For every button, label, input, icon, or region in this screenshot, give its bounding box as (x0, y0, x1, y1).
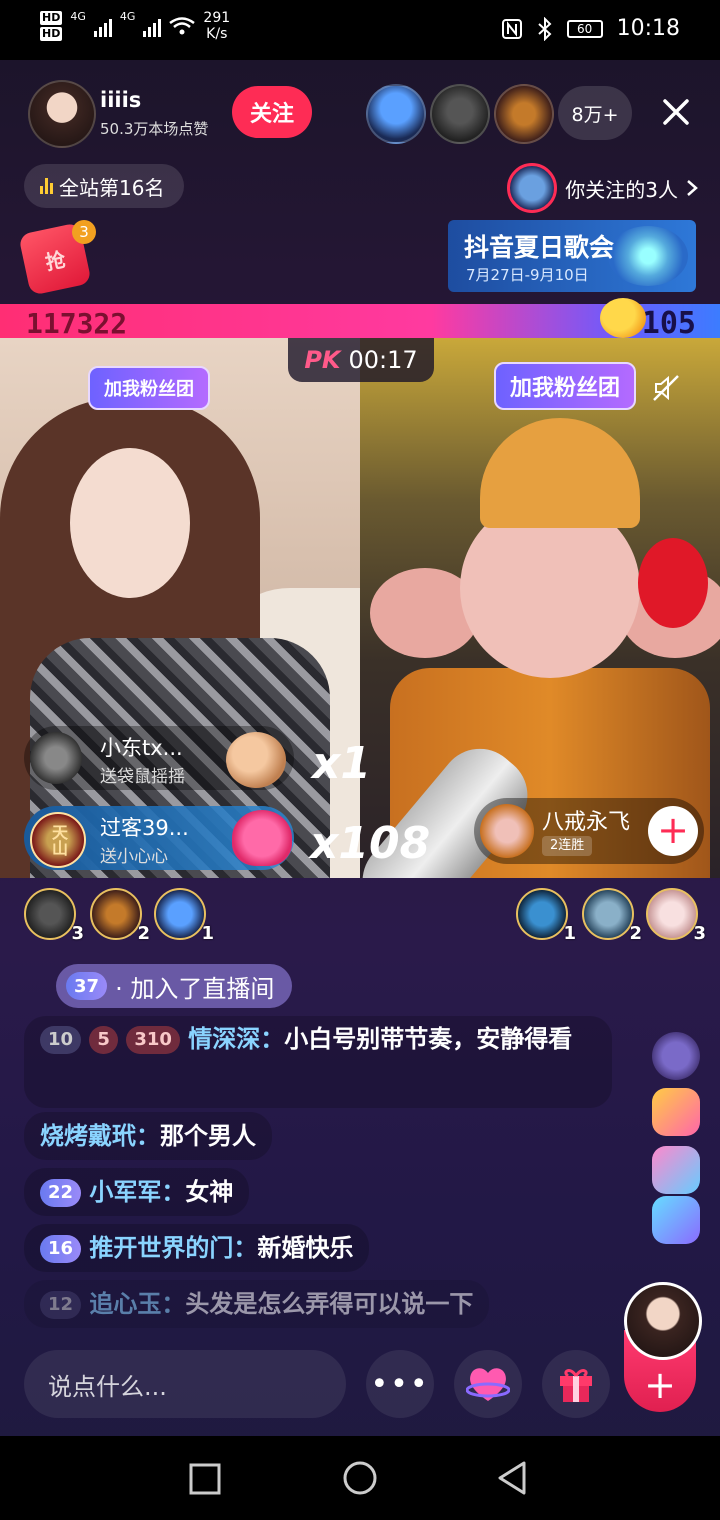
contributor-avatar[interactable]: 1 (154, 888, 214, 944)
host-likes: 50.3万本场点赞 (100, 120, 209, 138)
gift-combo: x108 (310, 818, 431, 869)
opponent-avatar (480, 804, 534, 858)
pk-emoji-icon (600, 298, 646, 338)
gift-combo: x1 (312, 738, 371, 789)
pk-left-score: 117322 (26, 307, 128, 340)
heart-icon (466, 1368, 510, 1401)
join-notice: 37 · 加入了直播间 (56, 964, 293, 1008)
like-button[interactable] (454, 1350, 522, 1418)
contributor-avatar[interactable]: 3 (646, 888, 706, 944)
fan-score-badge: 310 (126, 1026, 180, 1054)
top-viewer-avatar[interactable] (430, 84, 490, 144)
nfc-icon (501, 18, 522, 39)
gift-sender-avatar: 天山 (30, 812, 86, 868)
chat-message[interactable]: 烧烤戴玳：那个男人 (24, 1112, 272, 1160)
join-fan-club-button[interactable]: 加我粉丝团 (88, 366, 210, 410)
user-level-badge: 12 (40, 1291, 82, 1319)
hd-indicator: HD HD (40, 11, 63, 41)
floating-like-icon (652, 1032, 700, 1080)
more-button[interactable]: ••• (366, 1350, 434, 1418)
opponent-video[interactable] (360, 338, 720, 878)
contributor-avatar[interactable]: 1 (516, 888, 576, 944)
red-packet-count: 3 (72, 220, 96, 244)
battery-icon: 60 (566, 19, 603, 38)
fan-level-badge: 5 (89, 1026, 118, 1054)
viewer-count-button[interactable]: 8万+ (558, 86, 632, 140)
back-triangle-icon[interactable] (496, 1460, 528, 1496)
bar-chart-icon (40, 178, 53, 194)
clock: 10:18 (616, 16, 680, 41)
comment-input[interactable]: 说点什么... (24, 1350, 346, 1418)
gift-button[interactable] (542, 1350, 610, 1418)
contributor-avatar[interactable]: 2 (90, 888, 150, 944)
signal-icon (93, 15, 112, 37)
heart-gift-icon (232, 810, 292, 866)
chevron-right-icon (687, 180, 698, 196)
more-actions-button[interactable]: + (624, 1360, 696, 1410)
gift-box-icon (560, 1369, 592, 1402)
live-stream-screen: HD HD 4G 4G 291 K/s 60 10:18 iiiis 50.3万… (0, 0, 720, 1520)
host-mini-avatar[interactable] (624, 1282, 702, 1360)
network-speed: 291 K/s (203, 10, 231, 42)
event-banner[interactable]: 抖音夏日歌会 7月27日-9月10日 (448, 220, 696, 292)
close-button[interactable] (652, 88, 700, 136)
followed-user-avatar (507, 163, 558, 213)
join-fan-club-button[interactable]: 加我粉丝团 (494, 362, 637, 410)
square-icon[interactable] (188, 1462, 222, 1496)
pk-timer: PK 00:17 (288, 338, 434, 382)
signal-icon (143, 15, 162, 37)
user-level-badge: 10 (40, 1026, 82, 1054)
contributor-avatar[interactable]: 2 (582, 888, 642, 944)
opponent-info[interactable]: 八戒永飞 2连胜 + (474, 798, 704, 864)
system-nav-bar (0, 1436, 720, 1520)
floating-like-icon (652, 1196, 700, 1244)
gift-sender-avatar (30, 732, 82, 784)
followed-users-note[interactable]: 你关注的3人 (507, 163, 698, 213)
contributor-avatar[interactable]: 3 (24, 888, 84, 944)
rank-badge[interactable]: 全站第16名 (24, 164, 185, 208)
user-level-badge: 16 (40, 1235, 82, 1263)
kangaroo-gift-icon (226, 732, 286, 788)
status-bar: HD HD 4G 4G 291 K/s 60 10:18 (0, 0, 720, 60)
follow-button[interactable]: 关注 (232, 86, 312, 138)
chat-message[interactable]: 12 追心玉：头发是怎么弄得可以说一下 (24, 1280, 490, 1328)
user-level-badge: 22 (40, 1179, 82, 1207)
top-viewer-avatar[interactable] (366, 84, 426, 144)
banner-decoration (608, 226, 688, 286)
host-video[interactable] (0, 338, 360, 878)
circle-icon[interactable] (342, 1460, 378, 1496)
bluetooth-icon (537, 16, 552, 41)
floating-like-icon (652, 1146, 700, 1194)
host-avatar[interactable] (28, 80, 96, 148)
network-label-1: 4G (70, 10, 86, 23)
chat-message[interactable]: 16 推开世界的门：新婚快乐 (24, 1224, 370, 1272)
close-icon (663, 99, 689, 125)
network-label-2: 4G (119, 10, 136, 23)
chat-message[interactable]: 10 5 310 情深深：小白号别带节奏，安静得看 (24, 1016, 612, 1108)
top-viewer-avatar[interactable] (494, 84, 554, 144)
floating-like-icon (652, 1088, 700, 1136)
wifi-icon (169, 17, 196, 35)
user-level-badge: 37 (66, 972, 108, 1000)
follow-opponent-button[interactable]: + (648, 806, 698, 856)
mute-icon[interactable] (650, 372, 682, 404)
chat-message[interactable]: 22 小军军：女神 (24, 1168, 250, 1216)
host-name[interactable]: iiiis (100, 88, 141, 112)
